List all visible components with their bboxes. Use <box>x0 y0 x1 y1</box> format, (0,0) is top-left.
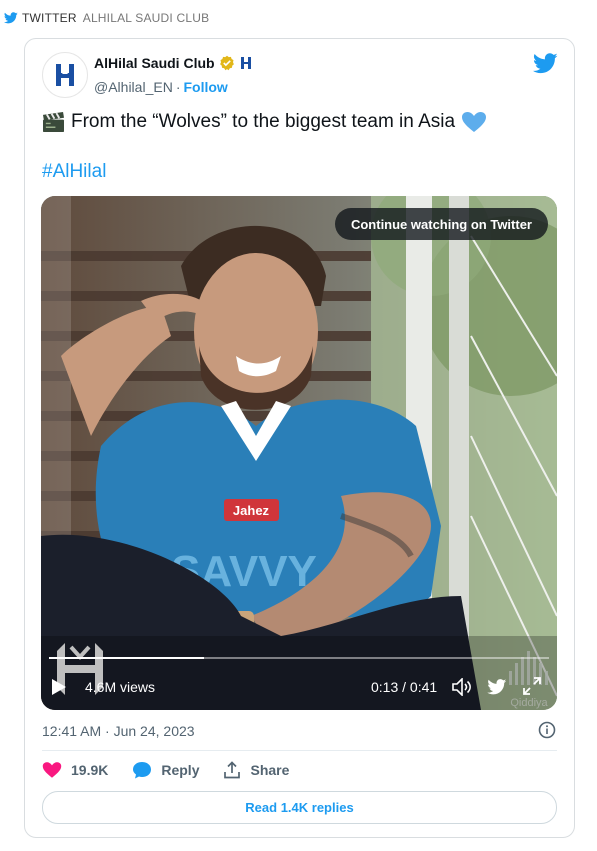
reply-label: Reply <box>161 762 200 778</box>
reply-bubble-icon <box>133 762 152 779</box>
display-name[interactable]: AlHilal Saudi Club <box>94 55 215 71</box>
account-label: ALHILAL SAUDI CLUB <box>82 11 210 25</box>
svg-text:Jahez: Jahez <box>233 503 270 518</box>
reply-button[interactable]: Reply <box>132 761 199 779</box>
twitter-bird-icon <box>4 12 18 24</box>
twitter-logo-icon[interactable] <box>533 53 558 74</box>
handle-row: @Alhilal_EN · Follow <box>94 79 228 95</box>
like-button[interactable]: 19.9K <box>42 761 108 779</box>
blue-heart-emoji-icon <box>462 112 487 132</box>
heart-icon <box>42 762 62 778</box>
team-affiliate-icon <box>240 57 251 69</box>
separator-dot: · <box>175 79 181 95</box>
hashtag-link[interactable]: #AlHilal <box>42 161 106 183</box>
video-progress-bar[interactable] <box>49 657 549 659</box>
twitter-logo-icon[interactable] <box>487 679 507 695</box>
avatar[interactable] <box>42 52 88 98</box>
clapper-board-emoji-icon <box>43 111 64 132</box>
handle[interactable]: @Alhilal_EN <box>94 79 173 95</box>
info-icon[interactable] <box>538 721 556 739</box>
tweet-text: From the “Wolves” to the biggest team in… <box>42 111 487 133</box>
play-icon[interactable] <box>52 679 66 695</box>
like-count: 19.9K <box>71 762 109 778</box>
read-replies-button[interactable]: Read 1.4K replies <box>42 791 557 824</box>
tweet-body: From the “Wolves” to the biggest team in… <box>71 111 456 132</box>
author-name-row: AlHilal Saudi Club <box>94 55 253 71</box>
share-button[interactable]: Share <box>223 761 289 779</box>
share-icon <box>224 761 241 779</box>
follow-button[interactable]: Follow <box>183 79 227 95</box>
video-progress-fill <box>49 657 204 659</box>
divider <box>42 750 557 751</box>
share-label: Share <box>250 762 290 778</box>
volume-icon[interactable] <box>452 678 472 696</box>
source-label: TWITTER <box>22 11 77 25</box>
action-bar: 19.9K Reply Share <box>42 761 313 779</box>
video-time: 0:13 / 0:41 <box>371 679 438 695</box>
fullscreen-icon[interactable] <box>523 677 541 695</box>
continue-watching-button[interactable]: Continue watching on Twitter <box>334 208 548 240</box>
alhilal-logo-icon <box>56 64 74 86</box>
tweet-timestamp[interactable]: 12:41 AM · Jun 24, 2023 <box>42 723 195 739</box>
source-header: TWITTER ALHILAL SAUDI CLUB <box>0 8 209 28</box>
video-frame-image: Jahez SAVVY Qiddiya <box>41 196 557 710</box>
tweet-card: AlHilal Saudi Club @Alhilal_EN · Follow Fr… <box>24 38 575 838</box>
video-player[interactable]: Jahez SAVVY Qiddiya Continue watching on… <box>41 196 557 710</box>
view-count: 4.6M views <box>85 679 156 695</box>
verified-badge-icon <box>219 55 234 71</box>
